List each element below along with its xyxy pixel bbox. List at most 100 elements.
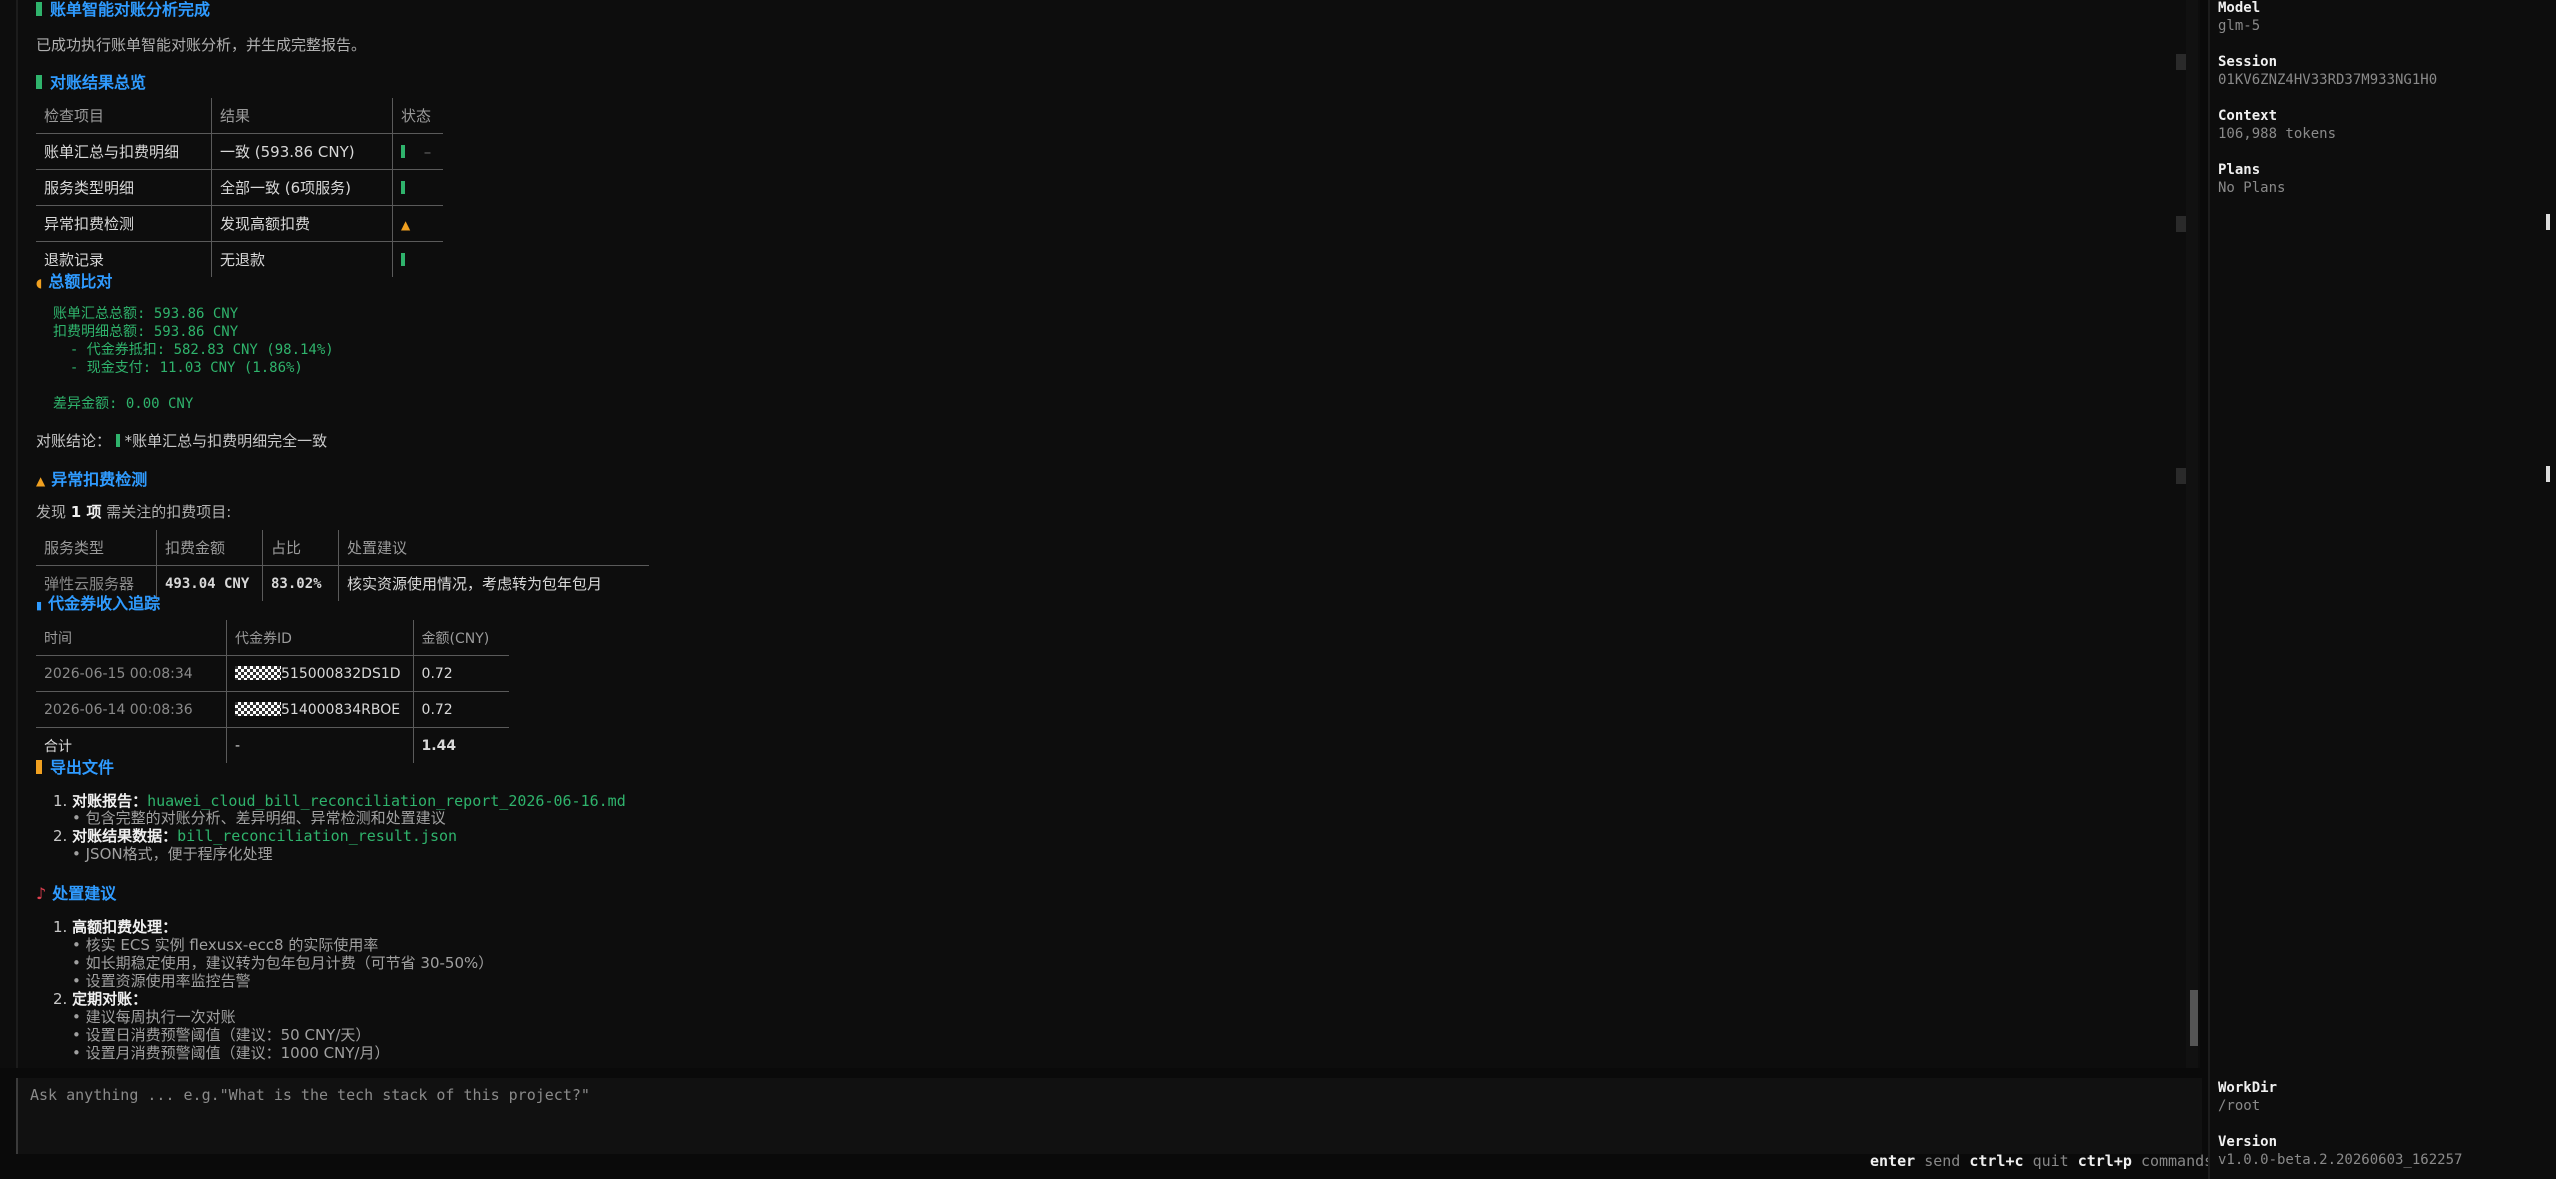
amount-title: 总额比对 (48, 272, 113, 291)
col-header: 结果 (211, 98, 393, 134)
check-icon (401, 252, 405, 266)
advice-item: • 设置月消费预警阈值（建议：1000 CNY/月） (72, 1044, 390, 1062)
voucher-heading: ▮ 代金券收入追踪 (36, 590, 160, 614)
model-value: glm-5 (2218, 18, 2261, 34)
cell-status (393, 242, 444, 278)
cell-voucher-id: 514000834RBOE (226, 691, 414, 728)
advice-text: 设置月消费预警阈值（建议：1000 CNY/月） (85, 1044, 390, 1062)
cell-item: 异常扣费检测 (36, 205, 212, 242)
col-header: 处置建议 (338, 530, 649, 566)
prompt-input[interactable] (28, 1082, 2132, 1108)
amount-line: 差异金额: 0.00 CNY (53, 396, 194, 412)
context-label: Context (2218, 108, 2278, 124)
voucher-title: 代金券收入追踪 (48, 594, 161, 613)
table-row: 2026-06-15 00:08:34 515000832DS1D 0.72 (36, 655, 509, 692)
item-num: 2. (53, 827, 68, 845)
hint-key: ctrl+c (1969, 1152, 2024, 1170)
cell-voucher-id: 515000832DS1D (226, 655, 414, 692)
workdir-label: WorkDir (2218, 1080, 2278, 1096)
session-value: 01KV6ZNZ4HV33RD37M933NG1H0 (2218, 72, 2438, 88)
model-label: Model (2218, 0, 2261, 16)
cell-amount: 0.72 (413, 655, 509, 692)
item-num: 2. (53, 990, 68, 1008)
table-row: 异常扣费检测 发现高额扣费 ▲ (36, 205, 444, 242)
overview-table: 检查项目 结果 状态 账单汇总与扣费明细 一致 (593.86 CNY) – 服… (36, 98, 444, 278)
voucher-id: 515000832DS1D (281, 665, 401, 682)
anomaly-summary: 发现 1 项 需关注的扣费项目: (36, 501, 231, 522)
table-row: 服务类型明细 全部一致 (6项服务) (36, 169, 444, 206)
cell-item: 账单汇总与扣费明细 (36, 133, 212, 170)
col-header: 占比 (262, 530, 339, 566)
session-label: Session (2218, 54, 2278, 70)
col-header: 时间 (36, 620, 227, 656)
found-count: 1 项 (70, 503, 102, 521)
col-header: 检查项目 (36, 98, 212, 134)
advice-title: 处置建议 (52, 884, 117, 903)
intro-text: 已成功执行账单智能对账分析，并生成完整报告。 (36, 36, 367, 54)
cell-amount: 0.72 (413, 691, 509, 728)
conclusion: 对账结论： *账单汇总与扣费明细完全一致 (36, 430, 327, 451)
workdir-value: /root (2218, 1098, 2261, 1114)
overview-title: 对账结果总览 (50, 73, 147, 92)
scroll-edge-mark (2176, 468, 2186, 484)
header-title: 账单智能对账分析完成 (36, 0, 210, 20)
export-sub: • JSON格式，便于程序化处理 (72, 845, 273, 863)
sidebar: Model glm-5 Session 01KV6ZNZ4HV33RD37M93… (2208, 0, 2556, 1179)
cell-advice: 核实资源使用情况，考虑转为包年包月 (347, 575, 603, 593)
table-row: 账单汇总与扣费明细 一致 (593.86 CNY) – (36, 133, 444, 170)
cell-result: 全部一致 (6项服务) (211, 169, 393, 206)
scroll-edge-mark (2176, 216, 2186, 232)
cell-status: – (392, 133, 444, 170)
check-icon (401, 180, 405, 194)
col-header: 状态 (392, 98, 444, 134)
sidebar-scroll-mark (2546, 214, 2550, 230)
voucher-id: 514000834RBOE (281, 701, 401, 718)
conclusion-text: *账单汇总与扣费明细完全一致 (124, 432, 328, 450)
col-header: 代金券ID (226, 620, 414, 656)
check-icon (36, 75, 42, 89)
amount-line: 扣费明细总额: 593.86 CNY (53, 324, 239, 340)
context-value: 106,988 tokens (2218, 126, 2337, 142)
item-sub: JSON格式，便于程序化处理 (85, 845, 273, 863)
cell-time: 2026-06-15 00:08:34 (36, 655, 227, 692)
amount-lines: 账单汇总总额: 593.86 CNY 扣费明细总额: 593.86 CNY - 代… (53, 305, 334, 413)
export-title: 导出文件 (50, 758, 115, 777)
redacted-mask (235, 665, 281, 680)
anomaly-title: 异常扣费检测 (51, 470, 148, 489)
cell-time: 2026-06-14 00:08:36 (36, 691, 227, 728)
plans-value: No Plans (2218, 180, 2286, 196)
hint-action: commands (2140, 1152, 2214, 1170)
chat-content[interactable]: 账单智能对账分析完成 已成功执行账单智能对账分析，并生成完整报告。 对账结果总览… (36, 0, 2176, 1068)
version-label: Version (2218, 1134, 2278, 1150)
check-icon (36, 2, 42, 16)
cell-status: ▲ (392, 205, 444, 242)
chat-scrollbar[interactable] (2186, 0, 2198, 1068)
export-heading: 导出文件 (36, 754, 114, 778)
table-row: 2026-06-14 00:08:36 514000834RBOE 0.72 (36, 691, 509, 728)
cell-amount: 493.04 CNY (156, 565, 263, 601)
found-prefix: 发现 (36, 503, 67, 521)
redacted-mask (235, 701, 281, 716)
amount-line: - 现金支付: 11.03 CNY (1.86%) (53, 360, 303, 376)
chat-panel: 账单智能对账分析完成 已成功执行账单智能对账分析，并生成完整报告。 对账结果总览… (0, 0, 2200, 1068)
col-header: 扣费金额 (156, 530, 263, 566)
voucher-table: 时间 代金券ID 金额(CNY) 2026-06-15 00:08:34 515… (36, 620, 509, 763)
hint-action: quit (2032, 1152, 2069, 1170)
trailing-dash: – (423, 142, 432, 161)
header-title-text: 账单智能对账分析完成 (50, 0, 211, 19)
cell-result: 发现高额扣费 (211, 205, 393, 242)
cell-total-amount: 1.44 (421, 737, 457, 754)
check-icon (115, 434, 120, 447)
amount-heading: ◖ 总额比对 (36, 268, 112, 292)
scrollbar-thumb[interactable] (2190, 990, 2198, 1046)
cell-voucher-id: - (226, 727, 414, 763)
item-num: 1. (53, 918, 68, 936)
wrench-icon: ♪ (36, 884, 47, 903)
cell-item: 服务类型明细 (36, 169, 212, 206)
cell-ratio: 83.02% (262, 565, 339, 601)
prompt-box[interactable] (16, 1078, 2202, 1154)
advice-heading: ♪ 处置建议 (36, 880, 116, 904)
hint-action: send (1924, 1152, 1961, 1170)
anomaly-heading: ▲ 异常扣费检测 (36, 466, 147, 490)
balance-icon: ◖ (36, 276, 43, 290)
